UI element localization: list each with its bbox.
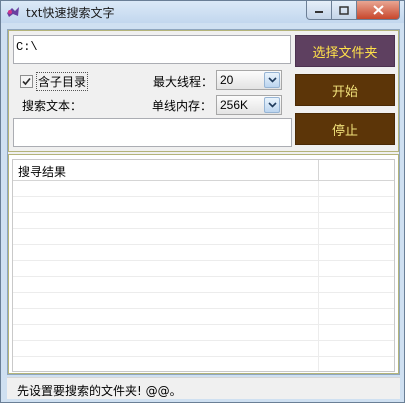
- window-title: txt快速搜索文字: [26, 6, 115, 20]
- dropdown-arrow[interactable]: [264, 97, 280, 113]
- table-row: [13, 181, 394, 197]
- memory-per-thread-select[interactable]: 256K: [216, 95, 282, 115]
- table-row: [13, 325, 394, 341]
- status-text: 先设置要搜索的文件夹! @@。: [17, 384, 182, 398]
- start-button[interactable]: 开始: [295, 74, 395, 106]
- results-list[interactable]: 搜寻结果: [12, 159, 395, 372]
- close-button[interactable]: [357, 1, 400, 20]
- results-column-header[interactable]: 搜寻结果: [13, 160, 319, 180]
- table-row: [13, 277, 394, 293]
- include-subdirs-label: 含子目录: [36, 72, 89, 91]
- app-window: txt快速搜索文字 C:\ 含子目录 最大线程： 20 搜索文本： 单线内存： …: [0, 0, 405, 403]
- app-logo-icon: [7, 7, 19, 17]
- results-list-header: 搜寻结果: [13, 160, 394, 181]
- search-text-input[interactable]: [13, 118, 292, 147]
- max-threads-label: 最大线程：: [153, 75, 214, 89]
- search-text-label: 搜索文本：: [22, 99, 83, 113]
- table-cell: [13, 277, 319, 292]
- close-icon: [372, 5, 384, 15]
- table-row: [13, 197, 394, 213]
- maximize-button[interactable]: [332, 1, 357, 20]
- table-cell: [13, 309, 319, 324]
- table-cell: [13, 181, 319, 196]
- memory-per-thread-value: 256K: [220, 98, 249, 112]
- table-row: [13, 213, 394, 229]
- max-threads-value: 20: [220, 73, 234, 87]
- memory-per-thread-label: 单线内存：: [152, 99, 213, 113]
- table-cell: [13, 341, 319, 356]
- table-cell: [13, 245, 319, 260]
- dropdown-arrow[interactable]: [264, 72, 280, 88]
- minimize-icon: [315, 11, 323, 13]
- table-cell: [13, 293, 319, 308]
- results-rows: [13, 181, 394, 371]
- results-panel: 搜寻结果: [8, 154, 399, 374]
- table-cell: [13, 197, 319, 212]
- table-row: [13, 261, 394, 277]
- folder-path-input[interactable]: C:\: [13, 35, 291, 64]
- table-row: [13, 341, 394, 357]
- title-bar[interactable]: txt快速搜索文字: [1, 1, 404, 23]
- include-subdirs-option[interactable]: 含子目录: [20, 72, 89, 91]
- table-row: [13, 357, 394, 371]
- minimize-button[interactable]: [306, 1, 332, 20]
- settings-panel: C:\ 含子目录 最大线程： 20 搜索文本： 单线内存： 256K 选择文件夹…: [8, 30, 399, 152]
- table-row: [13, 309, 394, 325]
- chevron-down-icon: [267, 102, 277, 108]
- max-threads-select[interactable]: 20: [216, 70, 282, 90]
- maximize-icon: [339, 5, 349, 15]
- table-cell: [13, 325, 319, 340]
- table-cell: [13, 261, 319, 276]
- client-area: C:\ 含子目录 最大线程： 20 搜索文本： 单线内存： 256K 选择文件夹…: [7, 29, 400, 375]
- table-cell: [13, 213, 319, 228]
- select-folder-button[interactable]: 选择文件夹: [295, 35, 395, 67]
- status-bar: 先设置要搜索的文件夹! @@。: [7, 377, 400, 399]
- table-row: [13, 245, 394, 261]
- results-column-header-empty[interactable]: [319, 160, 394, 180]
- stop-button[interactable]: 停止: [295, 113, 395, 145]
- chevron-down-icon: [267, 77, 277, 83]
- table-row: [13, 229, 394, 245]
- checkmark-icon: [22, 77, 31, 86]
- include-subdirs-checkbox[interactable]: [20, 75, 33, 88]
- table-row: [13, 293, 394, 309]
- table-cell: [13, 357, 319, 371]
- table-cell: [13, 229, 319, 244]
